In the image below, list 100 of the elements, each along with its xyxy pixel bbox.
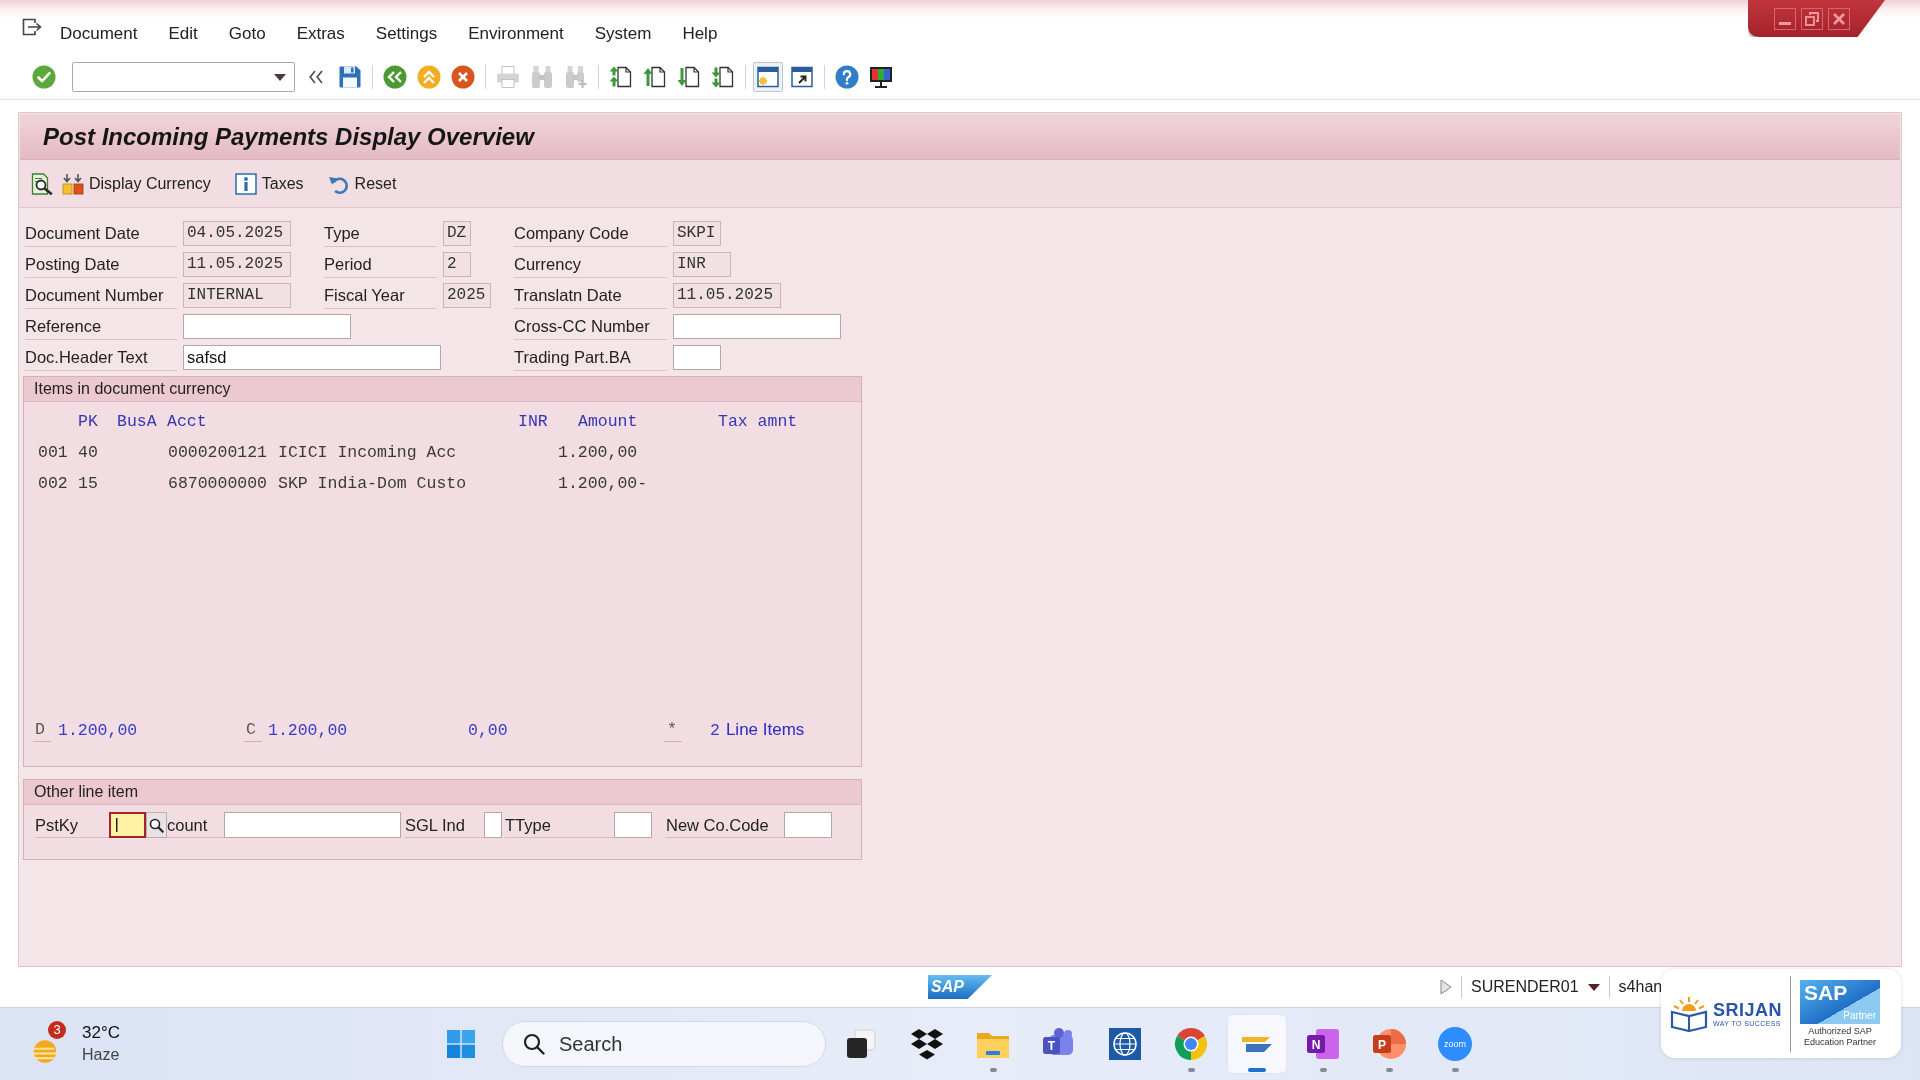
panel-title: Other line item — [34, 783, 139, 801]
caret-icon[interactable] — [1587, 983, 1600, 991]
binoculars-plus-icon — [564, 65, 588, 89]
field-label: Trading Part.BA — [514, 344, 667, 371]
system-name: s4han — [1618, 978, 1663, 996]
readonly-field: INTERNAL — [183, 283, 291, 308]
readonly-field: 04.05.2025 — [183, 221, 291, 246]
menu-item[interactable]: Edit — [168, 23, 198, 44]
reset-button[interactable]: Reset — [325, 170, 399, 197]
page-double-up-arrow-icon — [609, 65, 633, 89]
minimize-button[interactable] — [1774, 7, 1796, 30]
readonly-field: 2 — [443, 252, 471, 277]
search-help-button[interactable] — [146, 812, 167, 838]
table-cell: 001 — [38, 443, 68, 462]
cancel-icon — [451, 65, 475, 89]
input-field[interactable]: safsd — [183, 345, 441, 370]
taskbar-app-button[interactable]: N — [1293, 1014, 1353, 1074]
menu-item[interactable]: Document — [60, 23, 138, 44]
partner-tag: Partner — [1843, 1009, 1876, 1022]
user-name: SURENDER01 — [1471, 978, 1579, 996]
menu-item[interactable]: Extras — [296, 23, 345, 44]
help-icon — [835, 65, 859, 89]
input-field[interactable] — [484, 812, 502, 838]
input-field[interactable] — [673, 314, 841, 339]
column-header: BusA — [117, 412, 157, 431]
table-cell: ICICI Incoming Acc — [278, 443, 457, 462]
input-field[interactable] — [673, 345, 721, 370]
caret-icon[interactable] — [274, 73, 286, 81]
display-currency-button[interactable]: Display Currency — [60, 170, 213, 197]
credit-total: 1.200,00 — [268, 720, 348, 740]
text-circle-icon: zoom — [1437, 1026, 1473, 1062]
input-field[interactable] — [614, 812, 652, 838]
debit-total: 1.200,00 — [58, 720, 138, 740]
field-label: Document Number — [25, 282, 177, 309]
close-button[interactable] — [1828, 7, 1850, 30]
item-count: 2 — [710, 720, 720, 740]
restore-icon — [1805, 11, 1819, 26]
document-magnifier-icon — [31, 172, 53, 195]
readonly-field: INR — [673, 252, 731, 277]
field-label: Reference — [25, 313, 177, 340]
menu-item[interactable]: Goto — [228, 23, 266, 44]
taskbar-app-button[interactable]: P — [1359, 1014, 1419, 1074]
menu-icon[interactable] — [22, 18, 42, 36]
new-session-button[interactable] — [753, 62, 783, 92]
input-field[interactable] — [784, 812, 832, 838]
debit-label: D — [33, 718, 51, 742]
diamonds-icon — [909, 1026, 945, 1062]
balance-total: 0,00 — [468, 720, 508, 740]
back-circle-icon — [383, 65, 407, 89]
table-cell: 1.200,00- — [558, 474, 648, 493]
notification-badge: 3 — [48, 1021, 66, 1039]
menu-item[interactable]: Environment — [468, 23, 564, 44]
weather-condition-text: Haze — [82, 1045, 120, 1065]
monitor-icon — [869, 65, 893, 89]
start-button[interactable] — [445, 1028, 477, 1060]
field-label: Type — [324, 220, 437, 247]
search-icon — [149, 817, 164, 833]
overview-button[interactable] — [29, 170, 55, 197]
field-label: Posting Date — [25, 251, 177, 278]
partner-caption: Authorized SAP Education Partner — [1803, 1025, 1878, 1048]
book-sun-icon — [1669, 995, 1709, 1032]
table-cell: 40 — [78, 443, 98, 462]
field-label: Doc.Header Text — [25, 344, 177, 371]
four-squares-icon — [447, 1030, 475, 1058]
menu-item[interactable]: System — [594, 23, 652, 44]
menu-item[interactable]: Help — [682, 23, 718, 44]
screen-title: Post Incoming Payments Display Overview — [43, 122, 534, 151]
input-field[interactable] — [183, 314, 351, 339]
triangle-icon[interactable] — [1440, 979, 1452, 995]
input-field[interactable] — [224, 812, 401, 838]
search-field[interactable]: Search — [502, 1021, 826, 1067]
printer-icon — [496, 65, 520, 89]
command-field[interactable] — [72, 62, 295, 92]
column-header: Acct — [167, 412, 207, 431]
double-chevron-icon — [309, 70, 323, 84]
taxes-button[interactable]: Taxes — [232, 170, 306, 197]
taskbar-app-button[interactable]: T — [1029, 1014, 1089, 1074]
menu-item[interactable]: Settings — [375, 23, 438, 44]
credit-label: C — [244, 718, 262, 742]
search-icon — [523, 1033, 545, 1055]
table-cell: 1.200,00 — [558, 443, 638, 462]
column-header: PK — [78, 412, 98, 431]
brand-name: SRIJAN — [1713, 1000, 1782, 1020]
search-input[interactable]: Search — [559, 1029, 809, 1059]
column-header: Amount — [578, 412, 638, 431]
panel-title: Items in document currency — [34, 380, 231, 398]
minimize-icon — [1779, 21, 1791, 25]
page-up-arrow-icon — [643, 65, 667, 89]
field-label: Period — [324, 251, 437, 278]
page-double-down-arrow-icon — [711, 65, 735, 89]
segmented-circle-icon — [1173, 1026, 1209, 1062]
item-count-label: Line Items — [725, 720, 805, 740]
table-cell: 0000200121 — [168, 443, 268, 462]
logo-text: SAP — [1804, 981, 1849, 1004]
restore-button[interactable] — [1801, 7, 1823, 30]
close-icon — [1832, 11, 1846, 26]
input-field[interactable] — [109, 812, 146, 838]
readonly-field: 11.05.2025 — [183, 252, 291, 277]
readonly-field: 11.05.2025 — [673, 283, 781, 308]
arrows-boxes-icon — [62, 172, 84, 195]
